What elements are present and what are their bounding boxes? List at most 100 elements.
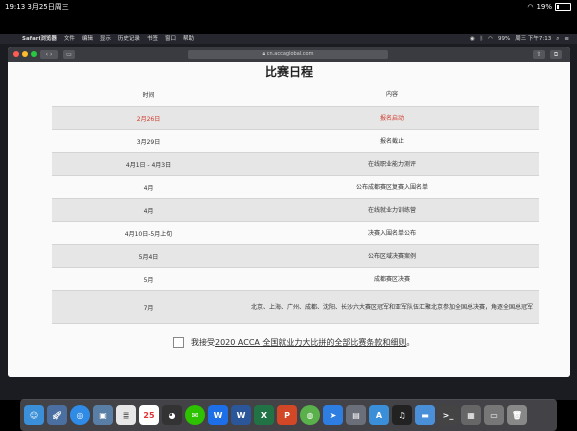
cell-content: 北京、上海、广州、成都、沈阳、长沙六大赛区冠军和亚军队伍汇聚北京参加全国总决赛，… bbox=[250, 303, 533, 311]
menu-history[interactable]: 历史记录 bbox=[118, 34, 140, 44]
cell-time: 7月 bbox=[143, 304, 154, 312]
safari-window: ‹ › ▭ 🔒︎ cn.accaglobal.com ⇧ ⧉ 比赛日程 时间 内… bbox=[8, 47, 570, 377]
terms-agreement: 我接受2020 ACCA 全国就业力大比拼的全部比赛条款和细则。 bbox=[173, 337, 414, 348]
terms-checkbox[interactable] bbox=[173, 337, 184, 348]
status-time-date: 19:13 3月25日周三 bbox=[5, 3, 69, 11]
mac-screen: Safari浏览器 文件 编辑 显示 历史记录 书签 窗口 帮助 ◉ ᛒ ◠ 9… bbox=[0, 34, 577, 431]
cell-content: 成都赛区决赛 bbox=[373, 275, 410, 283]
wechat-icon[interactable]: ◉ bbox=[470, 34, 475, 44]
safari-toolbar: ‹ › ▭ 🔒︎ cn.accaglobal.com ⇧ ⧉ bbox=[8, 47, 570, 62]
cell-time: 5月4日 bbox=[138, 253, 159, 261]
terminal-icon[interactable]: >_ bbox=[438, 405, 458, 425]
trash-icon[interactable]: 🗑︎ bbox=[507, 405, 527, 425]
menu-items: Safari浏览器 文件 编辑 显示 历史记录 书签 窗口 帮助 bbox=[22, 34, 194, 44]
wifi-icon: ◠ bbox=[527, 3, 534, 11]
web-content: 比赛日程 时间 内容 2月26日 报名启动 3月29日 报名截止 4月1日 - 4月… bbox=[8, 62, 570, 377]
cell-content: 公布成都赛区复赛入围名单 bbox=[355, 183, 428, 191]
terms-text: 我接受2020 ACCA 全国就业力大比拼的全部比赛条款和细则。 bbox=[191, 337, 414, 348]
maps-icon[interactable]: ◍ bbox=[300, 405, 320, 425]
cell-content: 在线就业力训练营 bbox=[367, 206, 416, 214]
table-body: 2月26日 报名启动 3月29日 报名截止 4月1日 - 4月3日 在线职业能力测评 … bbox=[52, 107, 539, 324]
battery-percent: 19% bbox=[536, 3, 552, 11]
menu-view[interactable]: 显示 bbox=[100, 34, 111, 44]
header-content: 内容 bbox=[385, 91, 398, 98]
table-row: 4月1日 - 4月3日 在线职业能力测评 bbox=[52, 153, 539, 176]
address-url: cn.accaglobal.com bbox=[266, 51, 314, 57]
table-row: 2月26日 报名启动 bbox=[52, 107, 539, 130]
terms-link[interactable]: 2020 ACCA 全国就业力大比拼的全部比赛条款和细则 bbox=[215, 338, 406, 347]
table-row: 5月 成都赛区决赛 bbox=[52, 268, 539, 291]
table-row: 4月10日-5月上旬 决赛入围名单公布 bbox=[52, 222, 539, 245]
menu-edit[interactable]: 编辑 bbox=[82, 34, 93, 44]
table-row: 7月 北京、上海、广州、成都、沈阳、长沙六大赛区冠军和亚军队伍汇聚北京参加全国总决… bbox=[52, 291, 539, 324]
cell-time: 5月 bbox=[143, 276, 154, 284]
table-row: 4月 公布成都赛区复赛入围名单 bbox=[52, 176, 539, 199]
cell-time: 4月 bbox=[143, 184, 154, 192]
word-icon[interactable]: W bbox=[231, 405, 251, 425]
battery-status[interactable]: 99% bbox=[498, 34, 510, 44]
menubar-clock[interactable]: 周三 下午7:13 bbox=[515, 34, 551, 44]
window-controls bbox=[13, 51, 37, 57]
cell-content: 在线职业能力测评 bbox=[367, 160, 416, 168]
address-bar[interactable]: 🔒︎ cn.accaglobal.com bbox=[188, 50, 388, 59]
dock: ☺ 🚀︎ ◎ ▣ ≣ 25 ◕ ✉︎ W W X P ◍ ➤ ▤ A ♫ ▬ >… bbox=[20, 399, 557, 431]
photo-icon[interactable]: ▣ bbox=[93, 405, 113, 425]
minimize-window-icon[interactable] bbox=[22, 51, 28, 57]
table-row: 4月 在线就业力训练营 bbox=[52, 199, 539, 222]
table-row: 5月4日 公布区域决赛案例 bbox=[52, 245, 539, 268]
cell-content: 决赛入围名单公布 bbox=[367, 229, 416, 237]
schedule-table: 时间 内容 2月26日 报名启动 3月29日 报名截止 4月1日 - 4月3日 在线职… bbox=[52, 83, 539, 324]
cell-content: 公布区域决赛案例 bbox=[367, 252, 416, 260]
feishu-icon[interactable]: ➤ bbox=[323, 405, 343, 425]
window-thumbnail-icon[interactable]: ▭ bbox=[484, 405, 504, 425]
cell-time: 4月10日-5月上旬 bbox=[124, 230, 173, 238]
page-title: 比赛日程 bbox=[264, 65, 313, 79]
launchpad-icon[interactable]: 🚀︎ bbox=[47, 405, 67, 425]
excel-icon[interactable]: X bbox=[254, 405, 274, 425]
menu-bookmarks[interactable]: 书签 bbox=[147, 34, 158, 44]
battery-icon bbox=[555, 3, 571, 11]
cell-time: 2月26日 bbox=[136, 115, 161, 123]
terms-prefix: 我接受 bbox=[191, 338, 215, 347]
menu-help[interactable]: 帮助 bbox=[183, 34, 194, 44]
cell-time: 4月1日 - 4月3日 bbox=[125, 161, 172, 169]
menu-file[interactable]: 文件 bbox=[64, 34, 75, 44]
wechat-app-icon[interactable]: ✉︎ bbox=[185, 405, 205, 425]
cell-content: 报名截止 bbox=[379, 137, 404, 145]
qq-music-icon[interactable]: ♫ bbox=[392, 405, 412, 425]
share-button[interactable]: ⇧ bbox=[533, 50, 545, 59]
ipad-status-bar: 19:13 3月25日周三 ◠ 19% bbox=[0, 0, 577, 14]
spotlight-icon[interactable]: ⌕ bbox=[556, 34, 559, 44]
zoom-window-icon[interactable] bbox=[31, 51, 37, 57]
calendar-icon[interactable]: 25 bbox=[139, 405, 159, 425]
screenshot-icon[interactable]: ▦ bbox=[461, 405, 481, 425]
cell-time: 3月29日 bbox=[136, 138, 161, 146]
back-forward-buttons[interactable]: ‹ › bbox=[40, 50, 58, 59]
notes-icon[interactable]: ≣ bbox=[116, 405, 136, 425]
preview-icon[interactable]: ▤ bbox=[346, 405, 366, 425]
menubar-status: ◉ ᛒ ◠ 99% 周三 下午7:13 ⌕ ≡ bbox=[470, 34, 569, 44]
status-right: ◠ 19% bbox=[527, 0, 571, 14]
table-row: 3月29日 报名截止 bbox=[52, 130, 539, 153]
safari-icon[interactable]: ◎ bbox=[70, 405, 90, 425]
header-time: 时间 bbox=[142, 92, 155, 99]
folder-icon[interactable]: ▬ bbox=[415, 405, 435, 425]
close-window-icon[interactable] bbox=[13, 51, 19, 57]
lock-icon: 🔒︎ bbox=[262, 51, 266, 57]
cell-time: 4月 bbox=[143, 207, 154, 215]
finder-icon[interactable]: ☺ bbox=[24, 405, 44, 425]
menu-window[interactable]: 窗口 bbox=[165, 34, 176, 44]
qq-icon[interactable]: ◕ bbox=[162, 405, 182, 425]
wps-icon[interactable]: W bbox=[208, 405, 228, 425]
cell-content: 报名启动 bbox=[379, 114, 404, 122]
control-center-icon[interactable]: ≡ bbox=[564, 34, 569, 44]
powerpoint-icon[interactable]: P bbox=[277, 405, 297, 425]
menu-app-name[interactable]: Safari浏览器 bbox=[22, 34, 57, 44]
bluetooth-icon[interactable]: ᛒ bbox=[480, 34, 483, 44]
tabs-button[interactable]: ⧉ bbox=[550, 50, 562, 59]
table-header: 时间 内容 bbox=[52, 83, 539, 107]
wifi-status-icon[interactable]: ◠ bbox=[488, 34, 493, 44]
app-store-icon[interactable]: A bbox=[369, 405, 389, 425]
sidebar-button[interactable]: ▭ bbox=[63, 50, 75, 59]
terms-suffix: 。 bbox=[406, 338, 415, 347]
